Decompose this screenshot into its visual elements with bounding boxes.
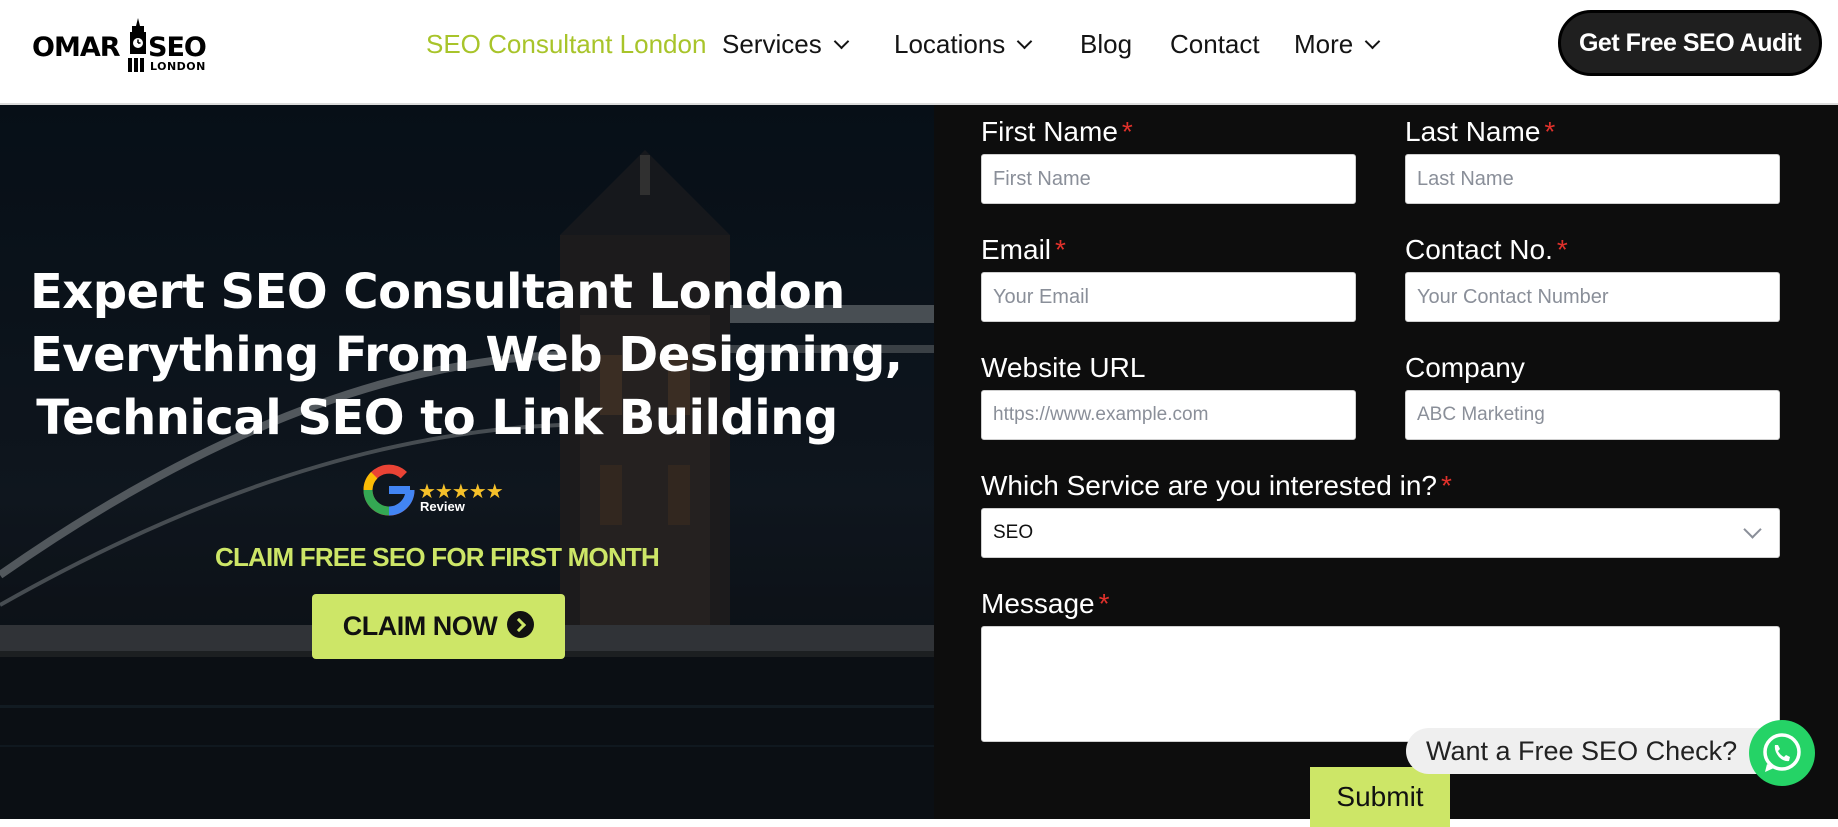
claim-now-button[interactable]: CLAIM NOW (312, 594, 565, 659)
hero-section: Expert SEO Consultant London Everything … (0, 105, 934, 819)
required-asterisk: * (1055, 234, 1066, 265)
nav-item-seo-consultant-london[interactable]: SEO Consultant London (426, 26, 706, 62)
whatsapp-chat-button[interactable] (1749, 720, 1815, 786)
chevron-down-icon (1364, 33, 1381, 50)
nav-item-locations[interactable]: Locations (894, 26, 1033, 62)
arrow-right-circle-icon (507, 611, 535, 639)
hero-heading-line: Everything From Web Designing, (30, 327, 903, 383)
get-free-seo-audit-button[interactable]: Get Free SEO Audit (1558, 10, 1822, 76)
logo-text-right: SEO (148, 32, 207, 63)
nav-item-services[interactable]: Services (722, 26, 849, 62)
required-asterisk: * (1121, 116, 1133, 147)
company-label: Company (1405, 352, 1525, 383)
service-select[interactable]: SEO (981, 508, 1780, 558)
contact-number-input[interactable] (1405, 272, 1780, 322)
nav-item-more[interactable]: More (1294, 26, 1381, 62)
nav-label: Services (722, 29, 822, 59)
google-g-icon (363, 464, 415, 516)
claim-now-label: CLAIM NOW (342, 611, 498, 641)
nav-item-blog[interactable]: Blog (1080, 26, 1132, 62)
google-review-badge: ★★★★★ Review (362, 461, 522, 521)
hero-heading: Expert SEO Consultant London Everything … (30, 261, 903, 450)
review-label: Review (420, 499, 465, 514)
required-asterisk: * (1544, 116, 1556, 147)
contact-form: First Name* Last Name* Email* Contact No… (934, 105, 1838, 827)
message-label: Message * (981, 588, 1110, 619)
nav-label: More (1294, 29, 1354, 59)
chevron-down-icon (833, 33, 849, 50)
logo-subtitle: LONDON (150, 60, 206, 73)
site-header: OMAR SEO LONDON SEO Consultant London Se… (0, 0, 1838, 105)
last-name-input[interactable] (1405, 154, 1780, 204)
first-name-label: First Name * (981, 116, 1133, 147)
free-seo-check-chat-bubble[interactable]: Want a Free SEO Check? (1406, 728, 1786, 774)
nav-label: Blog (1080, 29, 1133, 59)
message-textarea[interactable] (981, 626, 1780, 742)
required-asterisk: * (1556, 234, 1568, 265)
website-url-label: Website URL (981, 352, 1146, 383)
hero-heading-line: Expert SEO Consultant London (30, 264, 845, 320)
last-name-label: Last Name * (1405, 116, 1556, 147)
whatsapp-icon (1763, 733, 1801, 772)
required-asterisk: * (1441, 470, 1452, 501)
chevron-down-icon (1017, 33, 1033, 50)
logo-text-left: OMAR (32, 32, 121, 63)
chevron-down-icon (1743, 520, 1762, 539)
website-url-input[interactable] (981, 390, 1356, 440)
first-name-input[interactable] (981, 154, 1356, 204)
nav-label: Locations (894, 29, 1006, 59)
required-asterisk: * (1098, 588, 1110, 619)
service-label: Which Service are you interested in? * (981, 470, 1452, 501)
nav-item-contact[interactable]: Contact (1170, 26, 1260, 62)
submit-button[interactable]: Submit (1310, 767, 1450, 827)
email-label: Email * (981, 234, 1066, 265)
company-input[interactable] (1405, 390, 1780, 440)
claim-offer-text: CLAIM FREE SEO FOR FIRST MONTH (215, 542, 660, 572)
site-logo[interactable]: OMAR SEO LONDON (32, 18, 212, 74)
nav-label: SEO Consultant London (426, 29, 707, 59)
hero-heading-line: Technical SEO to Link Building (36, 390, 838, 446)
clock-tower-icon (128, 18, 146, 72)
email-input[interactable] (981, 272, 1356, 322)
service-selected-value: SEO (993, 522, 1034, 543)
contact-number-label: Contact No. * (1405, 234, 1568, 265)
nav-label: Contact (1170, 29, 1260, 59)
